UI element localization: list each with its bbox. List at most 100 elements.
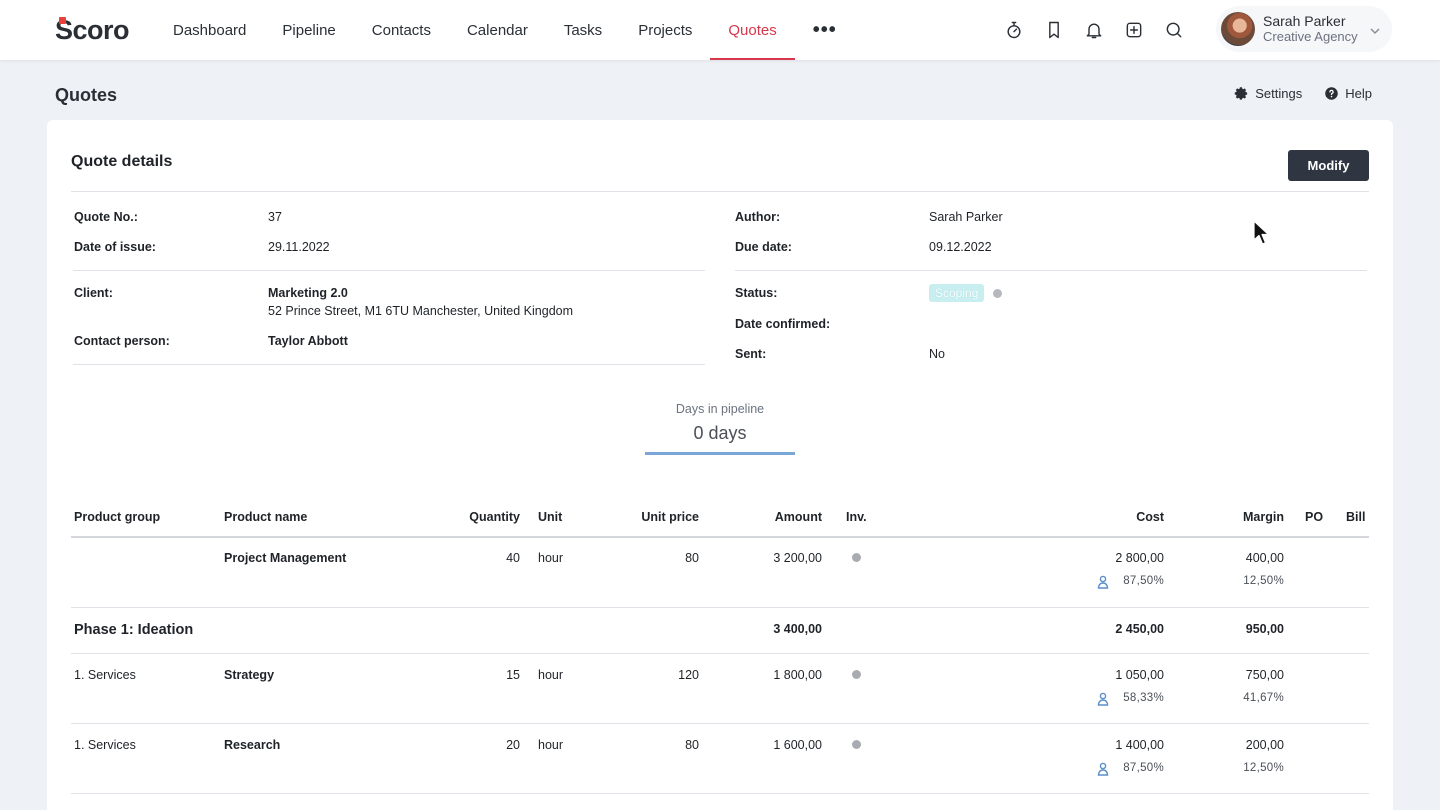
due-date-label: Due date: bbox=[735, 240, 792, 254]
client-name[interactable]: Marketing 2.0 bbox=[268, 286, 348, 300]
row-0-name[interactable]: Project Management bbox=[224, 551, 346, 565]
nav-quotes[interactable]: Quotes bbox=[710, 0, 796, 60]
user-menu[interactable]: Sarah Parker Creative Agency bbox=[1216, 6, 1392, 52]
client-label: Client: bbox=[74, 286, 113, 300]
col-product-group: Product group bbox=[74, 510, 161, 524]
avatar bbox=[1221, 12, 1255, 46]
nav-contacts[interactable]: Contacts bbox=[354, 0, 449, 60]
status-indicator bbox=[993, 289, 1002, 298]
sent-label: Sent: bbox=[735, 347, 767, 361]
modify-button[interactable]: Modify bbox=[1288, 150, 1369, 181]
help-label: Help bbox=[1345, 86, 1372, 101]
row-2-unit: hour bbox=[538, 738, 564, 752]
main-nav: Dashboard Pipeline Contacts Calendar Tas… bbox=[155, 0, 855, 60]
mouse-cursor-icon bbox=[1253, 220, 1270, 245]
author-value: Sarah Parker bbox=[929, 210, 1003, 224]
row-1-group: 1. Services bbox=[74, 668, 136, 682]
col-unit-price: Unit price bbox=[641, 510, 699, 524]
col-inv: Inv. bbox=[846, 510, 867, 524]
scoro-logo[interactable]: Scoro bbox=[55, 14, 130, 45]
row-1-quantity: 15 bbox=[506, 668, 520, 682]
nav-tasks[interactable]: Tasks bbox=[546, 0, 620, 60]
col-margin: Margin bbox=[1243, 510, 1284, 524]
bell-icon[interactable] bbox=[1080, 16, 1108, 44]
contact-person-label: Contact person: bbox=[74, 334, 170, 348]
phase-margin: 950,00 bbox=[1245, 622, 1284, 636]
row-1-unit-price: 120 bbox=[678, 668, 699, 682]
nav-pipeline[interactable]: Pipeline bbox=[264, 0, 353, 60]
row-1-unit: hour bbox=[538, 668, 564, 682]
page-actions: Settings Help bbox=[1234, 86, 1372, 101]
row-2-group: 1. Services bbox=[74, 738, 136, 752]
row-divider bbox=[71, 653, 1369, 654]
row-1-margin: 750,00 bbox=[1245, 668, 1284, 682]
divider bbox=[71, 191, 1369, 192]
quote-no-label: Quote No.: bbox=[74, 210, 138, 224]
chevron-down-icon bbox=[1370, 23, 1380, 35]
row-1-cost-pct: 58,33% bbox=[1123, 692, 1164, 704]
quote-no-value: 37 bbox=[268, 210, 282, 224]
col-cost: Cost bbox=[1136, 510, 1164, 524]
gear-icon bbox=[1235, 87, 1248, 100]
date-confirmed-label: Date confirmed: bbox=[735, 317, 831, 331]
row-divider bbox=[71, 607, 1369, 608]
row-1-name[interactable]: Strategy bbox=[224, 668, 274, 682]
help-icon bbox=[1325, 87, 1338, 100]
date-of-issue-label: Date of issue: bbox=[74, 240, 156, 254]
row-2-name[interactable]: Research bbox=[224, 738, 280, 752]
settings-link[interactable]: Settings bbox=[1234, 86, 1302, 101]
bookmark-icon[interactable] bbox=[1040, 16, 1068, 44]
status-badge[interactable]: Scoping bbox=[929, 284, 985, 302]
row-2-amount: 1 600,00 bbox=[773, 738, 822, 752]
col-amount: Amount bbox=[774, 510, 822, 524]
timer-icon[interactable] bbox=[1000, 16, 1028, 44]
phase-cost: 2 450,00 bbox=[1115, 622, 1164, 636]
quote-card: Quote details Modify Quote No.: 37 Date … bbox=[47, 120, 1393, 810]
row-1-cost: 1 050,00 bbox=[1115, 668, 1164, 682]
col-bill: Bill bbox=[1346, 510, 1366, 524]
col-quantity: Quantity bbox=[469, 510, 520, 524]
search-icon[interactable] bbox=[1160, 16, 1188, 44]
row-0-unit: hour bbox=[538, 551, 564, 565]
row-2-quantity: 20 bbox=[506, 738, 520, 752]
author-label: Author: bbox=[735, 210, 781, 224]
row-divider bbox=[71, 793, 1369, 794]
header-icons bbox=[1000, 16, 1188, 44]
due-date-value: 09.12.2022 bbox=[929, 240, 992, 254]
page-title: Quotes bbox=[55, 85, 118, 105]
settings-label: Settings bbox=[1255, 86, 1303, 101]
col-unit: Unit bbox=[538, 510, 563, 524]
row-0-cost-pct: 87,50% bbox=[1123, 575, 1164, 587]
row-2-cost: 1 400,00 bbox=[1115, 738, 1164, 752]
row-0-margin-pct: 12,50% bbox=[1243, 575, 1284, 587]
sent-value: No bbox=[929, 347, 945, 361]
logo-text: Scoro bbox=[55, 14, 130, 45]
user-name: Sarah Parker bbox=[1263, 13, 1346, 29]
divider bbox=[735, 270, 1367, 271]
add-icon[interactable] bbox=[1120, 16, 1148, 44]
date-of-issue-value: 29.11.2022 bbox=[268, 240, 330, 254]
top-navigation-bar: Scoro Dashboard Pipeline Contacts Calend… bbox=[0, 0, 1440, 60]
nav-more-button[interactable]: ••• bbox=[795, 0, 855, 60]
row-0-quantity: 40 bbox=[506, 551, 520, 565]
logo-accent bbox=[59, 17, 66, 24]
row-2-margin: 200,00 bbox=[1245, 738, 1284, 752]
table-header-divider bbox=[71, 536, 1369, 538]
row-2-inv-indicator bbox=[852, 740, 861, 749]
divider bbox=[73, 270, 705, 271]
nav-calendar[interactable]: Calendar bbox=[449, 0, 546, 60]
divider bbox=[73, 364, 705, 365]
row-0-margin: 400,00 bbox=[1245, 551, 1284, 565]
row-2-margin-pct: 12,50% bbox=[1243, 762, 1284, 774]
row-1-inv-indicator bbox=[852, 670, 861, 679]
help-link[interactable]: Help bbox=[1324, 86, 1372, 101]
section-title: Quote details bbox=[71, 153, 173, 170]
row-0-inv-indicator bbox=[852, 553, 861, 562]
col-product-name: Product name bbox=[224, 510, 308, 524]
nav-projects[interactable]: Projects bbox=[620, 0, 710, 60]
pipeline-label: Days in pipeline bbox=[675, 402, 765, 416]
phase-title: Phase 1: Ideation bbox=[74, 622, 194, 638]
col-po: PO bbox=[1305, 510, 1324, 524]
contact-person-value[interactable]: Taylor Abbott bbox=[268, 334, 348, 348]
nav-dashboard[interactable]: Dashboard bbox=[155, 0, 264, 60]
